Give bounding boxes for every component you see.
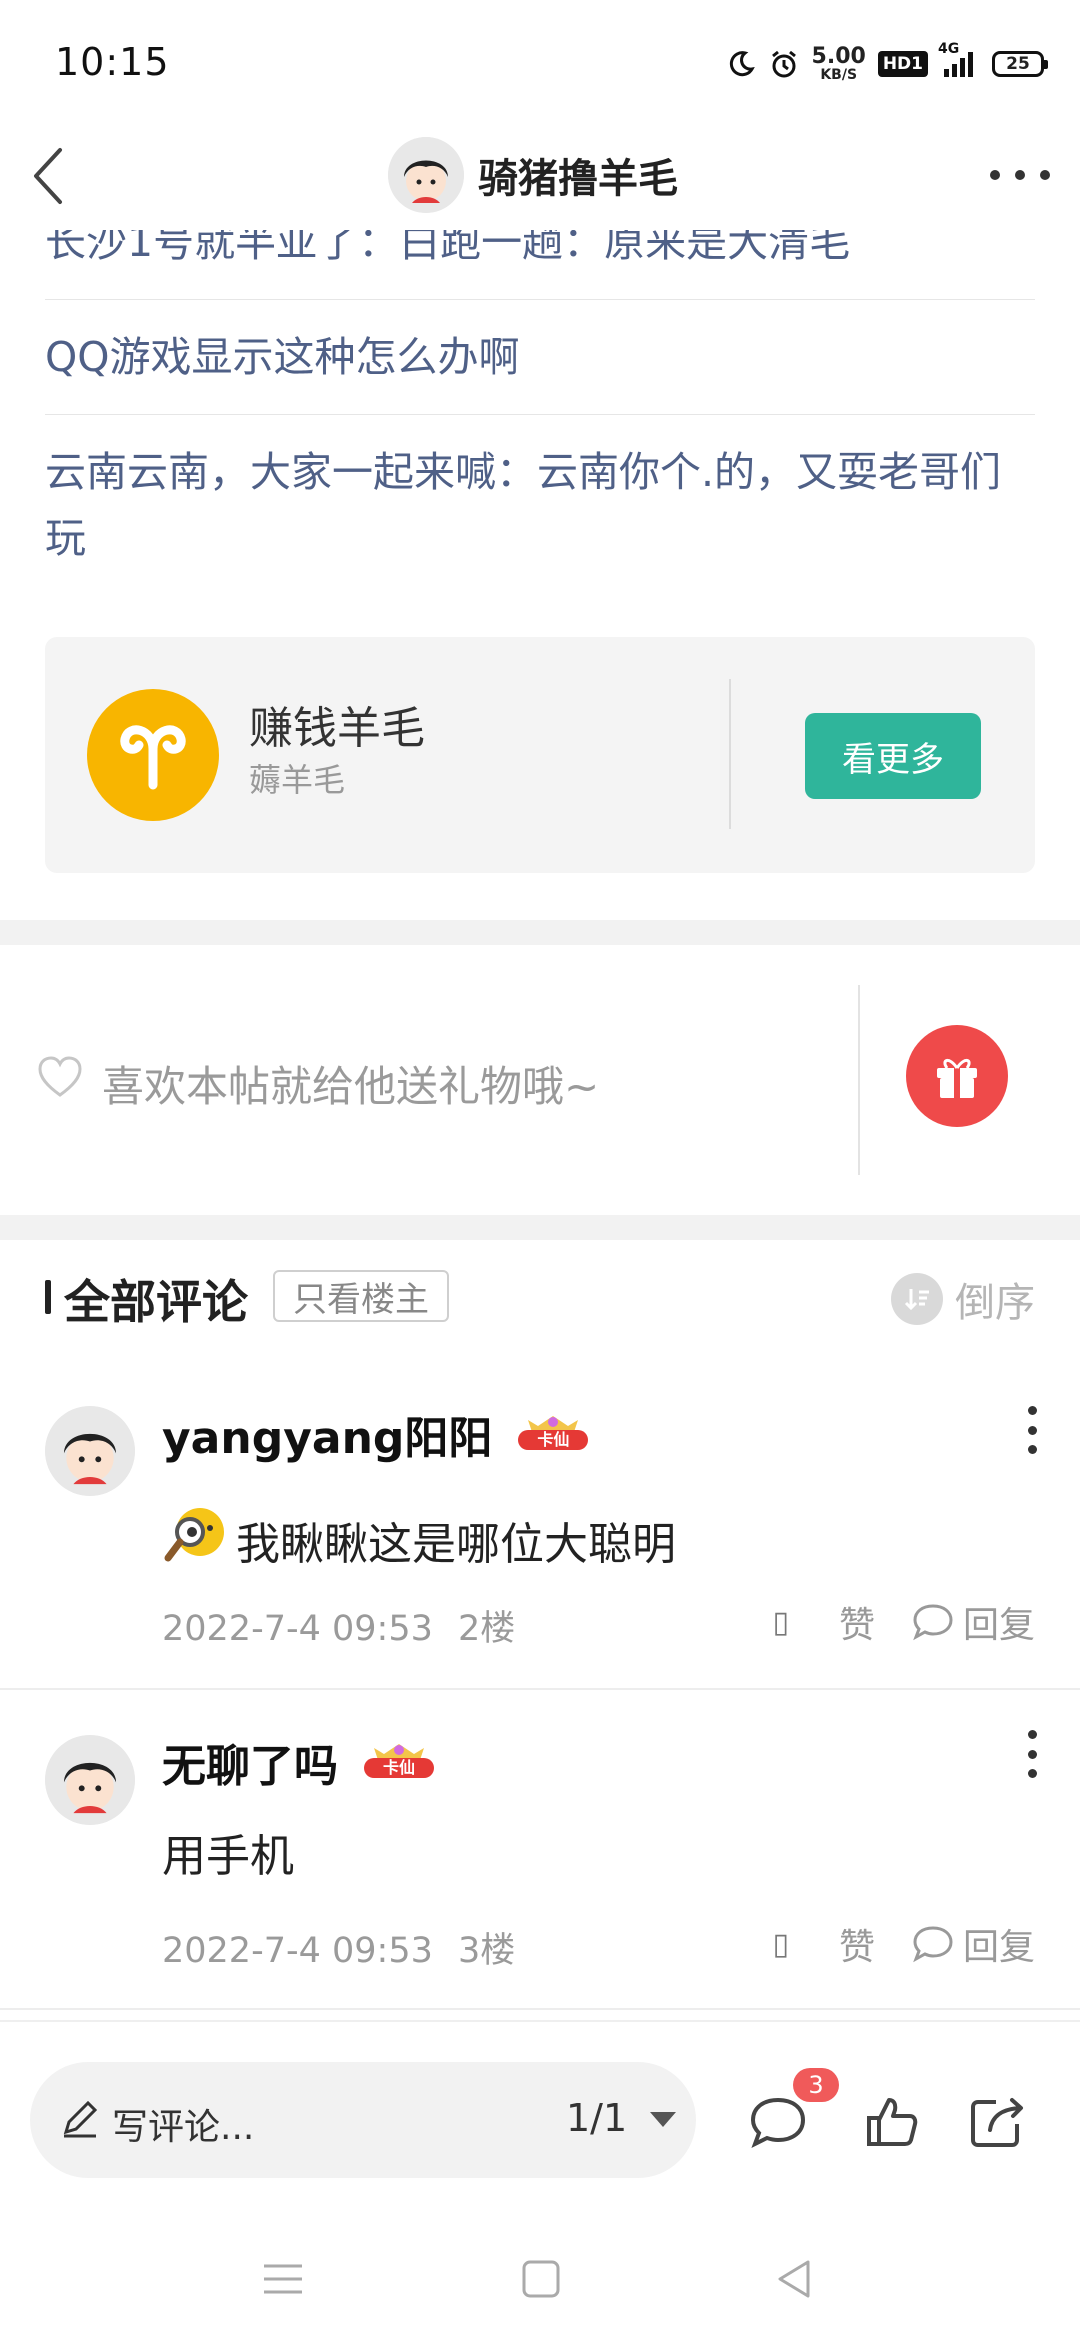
divider [729, 679, 731, 829]
speech-bubble-icon [913, 1926, 953, 1963]
status-bar: 10:15 5.00 KB/S HD1 4G 25 [0, 0, 1080, 120]
gift-section: 喜欢本帖就给他送礼物哦~ [0, 945, 1080, 1215]
comment-meta: 2022-7-4 09:53 2楼 [162, 1600, 515, 1651]
commenter-username: 无聊了吗 [162, 1741, 338, 1792]
reply-button[interactable]: 回复 [911, 1596, 1035, 1648]
comments-header: 全部评论 只看楼主 倒序 [0, 1240, 1080, 1350]
topic-name: 赚钱羊毛 [249, 703, 425, 754]
comment-actions: ▯ 赞 回复 [772, 1596, 1035, 1648]
comment-meta: 2022-7-4 09:53 3楼 [162, 1922, 515, 1973]
like-button[interactable]: 赞 [839, 1918, 875, 1970]
send-gift-button[interactable] [906, 1025, 1008, 1127]
commenter-avatar[interactable] [45, 1735, 135, 1825]
hd-badge: HD1 [877, 51, 928, 77]
bottom-action-bar: 写评论... 1/1 3 [0, 2020, 1080, 2220]
reply-label: 回复 [962, 1605, 1035, 1646]
comment-count-badge: 3 [793, 2068, 839, 2102]
topic-subtitle: 薅羊毛 [249, 761, 346, 799]
commenter-name[interactable]: yangyang阳阳 卡仙 [162, 1402, 592, 1466]
system-back-icon[interactable] [770, 2256, 820, 2302]
gift-icon [937, 1059, 977, 1098]
section-divider [0, 920, 1080, 945]
level-badge: 卡仙 [514, 1414, 592, 1454]
comment-text: 用手机 [162, 1831, 294, 1882]
network-speed-value: 5.00 [811, 44, 866, 69]
like-icon[interactable]: ▯ [772, 1605, 789, 1640]
commenter-avatar[interactable] [45, 1406, 135, 1496]
signal-label: 4G [938, 41, 960, 57]
menu-icon[interactable] [258, 2256, 308, 2302]
alarm-icon [768, 48, 800, 80]
related-post-item[interactable]: 长沙1号就半亚了：白跑一趟：原来是大清毛 [45, 230, 1035, 300]
write-comment-placeholder: 写评论... [112, 2107, 255, 2148]
comment-text: 我瞅瞅这是哪位大聪明 [236, 1518, 676, 1570]
author-avatar[interactable] [388, 137, 464, 213]
topic-card[interactable]: 赚钱羊毛 薅羊毛 看更多 [45, 637, 1035, 873]
related-post-item[interactable]: QQ游戏显示这种怎么办啊 [45, 300, 1035, 415]
comment-item: yangyang阳阳 卡仙 我瞅瞅这是哪位大聪明 2022-7-4 09:53 … [0, 1350, 1080, 1690]
see-more-button[interactable]: 看更多 [805, 713, 981, 799]
commenter-name[interactable]: 无聊了吗 卡仙 [162, 1730, 438, 1794]
back-button[interactable] [26, 140, 86, 210]
comment-icon [750, 2097, 806, 2149]
comment-body: 用手机 [162, 1820, 294, 1884]
battery-icon: 25 [992, 51, 1048, 77]
like-post-button[interactable] [864, 2094, 924, 2150]
sort-label: 倒序 [955, 1280, 1035, 1326]
level-badge-label: 卡仙 [382, 1758, 415, 1777]
divider [858, 985, 860, 1175]
level-badge-label: 卡仙 [537, 1430, 570, 1449]
author-name[interactable]: 骑猪撸羊毛 [478, 146, 678, 204]
sort-button[interactable]: 倒序 [891, 1270, 1035, 1328]
related-post-title: 长沙1号就半亚了：白跑一趟：原来是大清毛 [45, 230, 851, 266]
like-button[interactable]: 赞 [839, 1596, 875, 1648]
ram-logo-icon [87, 689, 219, 821]
related-post-item[interactable]: 云南云南，大家一起来喊：云南你个.的，又耍老哥们玩 [45, 415, 1035, 571]
thumbs-up-icon [867, 2098, 918, 2146]
comment-timestamp: 2022-7-4 09:53 [162, 1609, 433, 1649]
signal-icon: 4G [938, 41, 980, 79]
section-divider [0, 1215, 1080, 1240]
commenter-username: yangyang阳阳 [162, 1413, 493, 1464]
reply-label: 回复 [962, 1927, 1035, 1968]
reply-button[interactable]: 回复 [911, 1918, 1035, 1970]
comment-item: 无聊了吗 卡仙 用手机 2022-7-4 09:53 3楼 ▯ 赞 回复 [0, 1690, 1080, 2010]
comments-title: 全部评论 [64, 1275, 248, 1329]
comment-timestamp: 2022-7-4 09:53 [162, 1931, 433, 1971]
top-nav-bar: 骑猪撸羊毛 [0, 120, 1080, 230]
like-icon[interactable]: ▯ [772, 1927, 789, 1962]
network-speed-unit: KB/S [820, 67, 858, 83]
gift-prompt: 喜欢本帖就给他送礼物哦~ [102, 1062, 600, 1111]
comment-floor: 2楼 [458, 1609, 516, 1649]
home-icon[interactable] [516, 2256, 566, 2302]
heart-outline-icon[interactable] [36, 1055, 84, 1099]
magnifier-emoji-icon [162, 1500, 230, 1579]
network-speed: 5.00 KB/S [811, 44, 866, 83]
comment-actions: ▯ 赞 回复 [772, 1918, 1035, 1970]
pencil-icon [63, 2100, 98, 2138]
share-icon [971, 2098, 1023, 2147]
level-badge: 卡仙 [360, 1742, 438, 1782]
caret-down-icon[interactable] [650, 2112, 676, 2127]
status-icons: 5.00 KB/S HD1 4G 25 [726, 41, 1048, 84]
author-header[interactable]: 骑猪撸羊毛 [388, 130, 678, 220]
comment-menu-button[interactable] [1026, 1406, 1038, 1454]
back-arrow-icon [34, 148, 62, 204]
comment-floor: 3楼 [458, 1931, 516, 1971]
write-comment-input[interactable]: 写评论... 1/1 [30, 2062, 696, 2178]
more-dots-icon[interactable] [990, 150, 1050, 200]
title-accent-bar [45, 1280, 51, 1314]
sort-icon [891, 1273, 943, 1325]
moon-icon [726, 49, 756, 79]
status-time: 10:15 [55, 40, 170, 84]
system-navigation-bar [0, 2220, 1080, 2340]
related-posts: 长沙1号就半亚了：白跑一趟：原来是大清毛 QQ游戏显示这种怎么办啊 云南云南，大… [45, 230, 1035, 571]
author-only-filter-button[interactable]: 只看楼主 [273, 1270, 449, 1322]
share-button[interactable] [968, 2094, 1028, 2150]
speech-bubble-icon [913, 1604, 953, 1641]
comment-list-button[interactable] [748, 2094, 808, 2150]
comment-menu-button[interactable] [1026, 1730, 1038, 1778]
comment-body: 我瞅瞅这是哪位大聪明 [162, 1500, 676, 1579]
page-indicator[interactable]: 1/1 [566, 2096, 627, 2140]
